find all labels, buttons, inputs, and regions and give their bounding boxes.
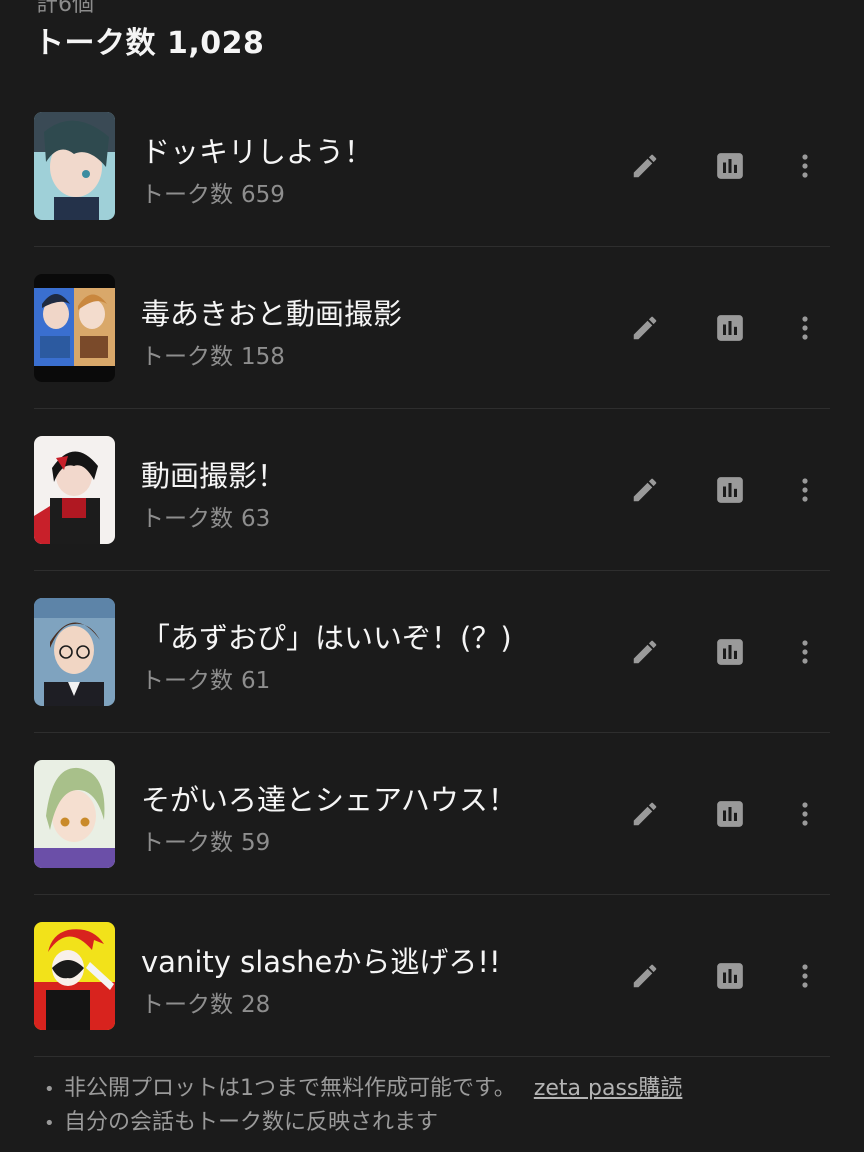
more-options-button[interactable] (788, 959, 822, 993)
edit-button[interactable] (628, 959, 662, 993)
stats-button[interactable] (713, 311, 747, 345)
talk-count-value: 158 (241, 344, 285, 370)
plot-title[interactable]: 毒あきおと動画撮影 (141, 291, 402, 333)
pencil-icon (630, 637, 660, 667)
pencil-icon (630, 475, 660, 505)
vertical-ellipsis-icon (801, 801, 809, 827)
edit-button[interactable] (628, 635, 662, 669)
talk-count-value: 59 (241, 830, 271, 856)
stats-button[interactable] (713, 959, 747, 993)
total-label: トーク数 (34, 26, 156, 61)
pencil-icon (630, 313, 660, 343)
pencil-icon (630, 961, 660, 991)
stats-button[interactable] (713, 149, 747, 183)
more-options-button[interactable] (788, 635, 822, 669)
plot-item[interactable]: そがいろ達とシェアハウス！ トーク数 59 (34, 733, 830, 895)
plot-talk-count: トーク数 659 (141, 175, 285, 209)
plot-thumbnail[interactable] (34, 598, 115, 706)
plot-talk-count: トーク数 61 (141, 661, 270, 695)
more-options-button[interactable] (788, 149, 822, 183)
footer-notes: • 非公開プロットは1つまで無料作成可能です。 zeta pass購読 • 自分の会話… (44, 1072, 682, 1140)
note-item: • 非公開プロットは1つまで無料作成可能です。 zeta pass購読 (44, 1072, 682, 1106)
plot-talk-count: トーク数 63 (141, 499, 270, 533)
plot-talk-count: トーク数 59 (141, 823, 270, 857)
plot-item[interactable]: ドッキリしよう！ トーク数 659 (34, 85, 830, 247)
total-value: 1,028 (166, 26, 265, 61)
plot-title[interactable]: vanity slasheから逃げろ!! (141, 939, 501, 981)
note-item: • 自分の会話もトーク数に反映されます (44, 1106, 682, 1140)
talk-count-value: 61 (241, 668, 271, 694)
zeta-pass-subscribe-link[interactable]: zeta pass購読 (534, 1076, 683, 1101)
plot-title[interactable]: そがいろ達とシェアハウス！ (141, 777, 517, 819)
talk-count-value: 63 (241, 506, 271, 532)
talk-count-value: 659 (241, 182, 285, 208)
talk-count-label: トーク数 (141, 344, 233, 370)
plot-talk-count: トーク数 158 (141, 337, 285, 371)
talk-count-label: トーク数 (141, 668, 233, 694)
plot-thumbnail[interactable] (34, 112, 115, 220)
plot-item[interactable]: 毒あきおと動画撮影 トーク数 158 (34, 247, 830, 409)
plot-thumbnail[interactable] (34, 922, 115, 1030)
vertical-ellipsis-icon (801, 153, 809, 179)
vertical-ellipsis-icon (801, 315, 809, 341)
bullet-icon: • (44, 1079, 55, 1100)
bar-chart-icon (716, 962, 744, 990)
more-options-button[interactable] (788, 797, 822, 831)
total-talk-count: トーク数 1,028 (34, 18, 264, 62)
plot-item[interactable]: 「あずおぴ」はいいぞ！(？) トーク数 61 (34, 571, 830, 733)
vertical-ellipsis-icon (801, 963, 809, 989)
more-options-button[interactable] (788, 311, 822, 345)
bullet-icon: • (44, 1113, 55, 1134)
plot-talk-count: トーク数 28 (141, 985, 270, 1019)
plot-title[interactable]: 動画撮影！ (141, 453, 286, 495)
edit-button[interactable] (628, 797, 662, 831)
talk-count-label: トーク数 (141, 992, 233, 1018)
plot-thumbnail[interactable] (34, 436, 115, 544)
plot-thumbnail[interactable] (34, 274, 115, 382)
list-caption: 計6個 (36, 0, 94, 17)
plot-thumbnail[interactable] (34, 760, 115, 868)
note-text: 非公開プロットは1つまで無料作成可能です。 (64, 1076, 516, 1101)
edit-button[interactable] (628, 311, 662, 345)
note-text: 自分の会話もトーク数に反映されます (64, 1110, 439, 1135)
bar-chart-icon (716, 476, 744, 504)
plot-title[interactable]: 「あずおぴ」はいいぞ！(？) (141, 615, 512, 657)
stats-button[interactable] (713, 797, 747, 831)
bar-chart-icon (716, 800, 744, 828)
talk-count-label: トーク数 (141, 182, 233, 208)
pencil-icon (630, 799, 660, 829)
bar-chart-icon (716, 638, 744, 666)
talk-count-label: トーク数 (141, 506, 233, 532)
edit-button[interactable] (628, 473, 662, 507)
edit-button[interactable] (628, 149, 662, 183)
more-options-button[interactable] (788, 473, 822, 507)
bar-chart-icon (716, 152, 744, 180)
bar-chart-icon (716, 314, 744, 342)
talk-count-label: トーク数 (141, 830, 233, 856)
talk-count-value: 28 (241, 992, 271, 1018)
plot-item[interactable]: 動画撮影！ トーク数 63 (34, 409, 830, 571)
plot-list: ドッキリしよう！ トーク数 659 毒あきおと動画撮影 トーク数 158 動画撮… (34, 85, 830, 1057)
plot-item[interactable]: vanity slasheから逃げろ!! トーク数 28 (34, 895, 830, 1057)
pencil-icon (630, 151, 660, 181)
plot-title[interactable]: ドッキリしよう！ (141, 129, 373, 171)
vertical-ellipsis-icon (801, 477, 809, 503)
vertical-ellipsis-icon (801, 639, 809, 665)
stats-button[interactable] (713, 473, 747, 507)
stats-button[interactable] (713, 635, 747, 669)
